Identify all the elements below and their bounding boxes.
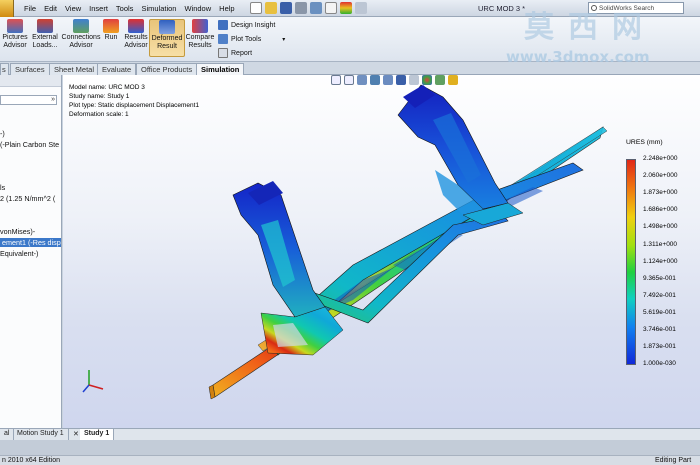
- connections-advisor-label: Connections Advisor: [61, 34, 101, 49]
- run-label: Run: [104, 34, 118, 41]
- tree-item[interactable]: -): [0, 129, 5, 138]
- tab-simulation[interactable]: Simulation: [196, 63, 245, 75]
- connections-advisor-icon: [73, 19, 89, 33]
- report-button[interactable]: Report: [218, 48, 252, 58]
- design-insight-label: Design Insight: [231, 21, 276, 29]
- tab-study-1[interactable]: Study 1: [80, 429, 115, 440]
- legend-color-bar: [626, 159, 636, 365]
- design-insight-icon: [218, 20, 228, 30]
- legend-tick: 9.365e-001: [643, 275, 676, 282]
- pictures-advisor-icon: [7, 19, 23, 33]
- deformed-result-button[interactable]: Deformed Result: [149, 19, 185, 57]
- external-loads-label: External Loads...: [32, 34, 58, 49]
- report-label: Report: [231, 49, 253, 57]
- tab-evaluate[interactable]: Evaluate: [97, 63, 137, 75]
- status-mode: Editing Part: [655, 457, 692, 464]
- pictures-advisor-button[interactable]: Pictures Advisor: [0, 19, 30, 50]
- watermark-url: www.3dmox.com: [506, 48, 650, 66]
- menu-window[interactable]: Window: [180, 4, 215, 13]
- tab-motion-study-1[interactable]: Motion Study 1: [13, 429, 69, 440]
- legend-tick: 5.619e-001: [643, 309, 676, 316]
- external-loads-icon: [37, 19, 53, 33]
- plot-tools-button[interactable]: Plot Tools ▾: [218, 34, 285, 44]
- menu-view[interactable]: View: [61, 4, 85, 13]
- pictures-advisor-label: Pictures Advisor: [2, 34, 28, 49]
- quick-access-toolbar: [250, 2, 367, 14]
- legend-tick: 1.686e+000: [643, 206, 678, 213]
- save-icon[interactable]: [280, 2, 292, 14]
- results-advisor-icon: [128, 19, 144, 33]
- legend-tick: 3.746e-001: [643, 326, 676, 333]
- legend-tick: 1.873e+000: [643, 189, 678, 196]
- menu-tools[interactable]: Tools: [112, 4, 138, 13]
- open-folder-icon[interactable]: [265, 2, 277, 14]
- legend-tick: 2.248e+000: [643, 155, 678, 162]
- deformed-result-label: Deformed Result: [151, 35, 183, 50]
- menu-help[interactable]: Help: [215, 4, 238, 13]
- graphics-viewport[interactable]: Model name: URC MOD 3 Study name: Study …: [63, 75, 700, 428]
- options-icon[interactable]: [355, 2, 367, 14]
- undo-icon[interactable]: [310, 2, 322, 14]
- legend-tick: 7.492e-001: [643, 292, 676, 299]
- print-icon[interactable]: [295, 2, 307, 14]
- tree-item-stress[interactable]: vonMises)-: [0, 227, 35, 236]
- legend-tick: 1.498e+000: [643, 223, 678, 230]
- compare-results-button[interactable]: Compare Results: [185, 19, 215, 50]
- tab-surfaces[interactable]: Surfaces: [10, 63, 50, 75]
- legend-tick: 1.000e-030: [643, 360, 676, 367]
- pane-header: [0, 75, 61, 87]
- tree-item-displacement-selected[interactable]: ement1 (-Res disp: [0, 238, 61, 247]
- tree-item-strain[interactable]: Equivalent-): [0, 249, 38, 258]
- menu-simulation[interactable]: Simulation: [137, 4, 180, 13]
- solidworks-window: File Edit View Insert Tools Simulation W…: [0, 0, 700, 465]
- app-logo-icon[interactable]: [0, 0, 14, 17]
- tab-scroll-left[interactable]: s: [0, 63, 9, 75]
- report-icon: [218, 48, 228, 58]
- fea-displacement-model[interactable]: [63, 75, 700, 428]
- run-icon: [103, 19, 119, 33]
- tab-sheet-metal[interactable]: Sheet Metal: [49, 63, 100, 75]
- legend-tick: 2.060e+000: [643, 172, 678, 179]
- reference-triad: [82, 370, 104, 393]
- compare-results-icon: [192, 19, 208, 33]
- status-version: n 2010 x64 Edition: [2, 457, 60, 464]
- plot-tools-icon: [218, 34, 228, 44]
- rebuild-traffic-light-icon[interactable]: [340, 2, 352, 14]
- status-bar: n 2010 x64 Edition Editing Part: [0, 455, 700, 465]
- tree-item-pressure[interactable]: 2 (1.25 N/mm^2 (: [0, 194, 55, 203]
- design-insight-button[interactable]: Design Insight: [218, 20, 275, 30]
- run-button[interactable]: Run: [101, 19, 121, 42]
- menu-edit[interactable]: Edit: [40, 4, 61, 13]
- results-advisor-label: Results Advisor: [124, 34, 148, 49]
- legend-tick: 1.873e-001: [643, 343, 676, 350]
- menu-insert[interactable]: Insert: [85, 4, 112, 13]
- document-title: URC MOD 3 *: [478, 4, 526, 13]
- select-arrow-icon[interactable]: [325, 2, 337, 14]
- tree-item[interactable]: ls: [0, 183, 5, 192]
- main-menu: File Edit View Insert Tools Simulation W…: [20, 4, 239, 13]
- connections-advisor-button[interactable]: Connections Advisor: [61, 19, 101, 50]
- legend-tick: 1.124e+000: [643, 258, 678, 265]
- feature-manager-pane: » -) (-Plain Carbon Ste ls 2 (1.25 N/mm^…: [0, 75, 62, 428]
- external-loads-button[interactable]: External Loads...: [30, 19, 60, 50]
- legend-title: URES (mm): [626, 139, 663, 146]
- chevron-down-icon: ▾: [282, 36, 286, 43]
- tree-filter-field[interactable]: »: [0, 95, 57, 105]
- watermark-chinese: 莫西网: [524, 10, 656, 45]
- compare-results-label: Compare Results: [185, 34, 215, 49]
- study-tabs: al Motion Study 1 ✕ Study 1: [0, 428, 700, 440]
- results-advisor-button[interactable]: Results Advisor: [122, 19, 150, 50]
- new-document-icon[interactable]: [250, 2, 262, 14]
- menu-file[interactable]: File: [20, 4, 40, 13]
- deformed-result-icon: [159, 20, 175, 34]
- tab-office-products[interactable]: Office Products: [136, 63, 198, 75]
- bottom-blank-strip: [0, 440, 700, 455]
- plot-tools-label: Plot Tools: [231, 35, 262, 43]
- double-chevron-icon[interactable]: »: [51, 96, 55, 103]
- legend-tick: 1.311e+000: [643, 241, 678, 248]
- tree-item-material[interactable]: (-Plain Carbon Ste: [0, 140, 59, 149]
